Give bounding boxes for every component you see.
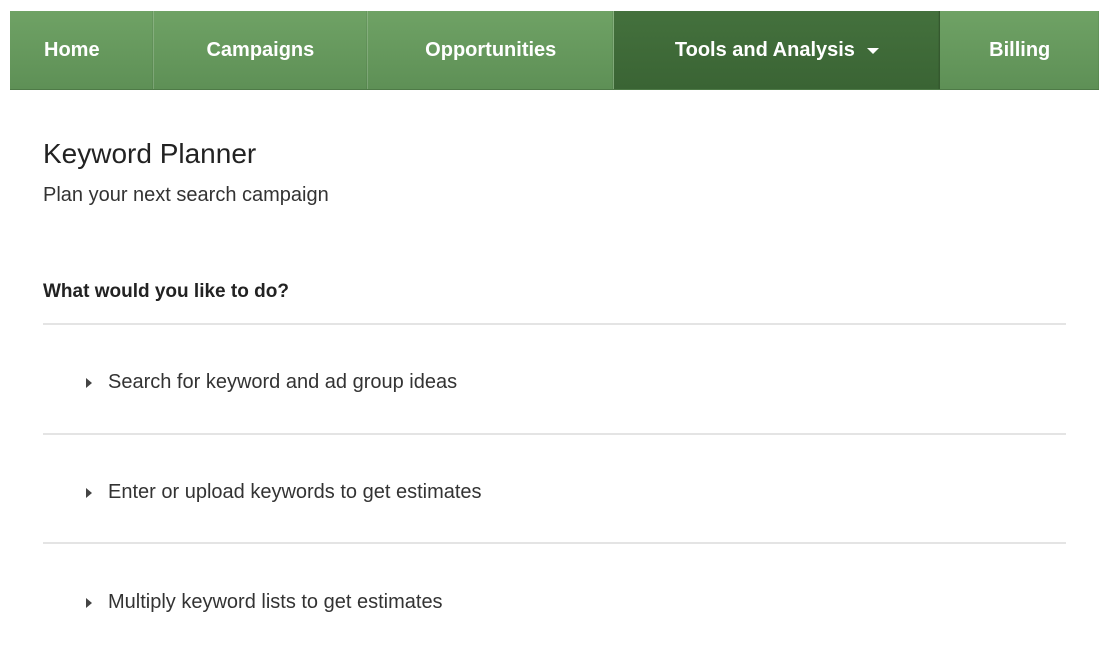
option-enter-upload-keywords[interactable]: Enter or upload keywords to get estimate…	[43, 440, 1066, 545]
option-multiply-keyword-lists[interactable]: Multiply keyword lists to get estimates	[43, 550, 1066, 648]
tab-billing-label: Billing	[989, 38, 1051, 61]
chevron-down-icon	[866, 48, 879, 54]
option-label: Multiply keyword lists to get estimates	[108, 591, 443, 613]
page: Home Campaigns Opportunities Tools and A…	[0, 0, 1099, 648]
top-nav-bar: Home Campaigns Opportunities Tools and A…	[10, 11, 1099, 90]
divider	[43, 323, 1066, 325]
option-label: Enter or upload keywords to get estimate…	[108, 481, 482, 503]
triangle-right-icon	[86, 487, 92, 498]
triangle-right-icon	[86, 597, 92, 608]
tab-opportunities-label: Opportunities	[425, 38, 557, 61]
triangle-right-icon	[86, 377, 92, 388]
divider	[43, 433, 1066, 435]
section-question: What would you like to do?	[43, 281, 289, 302]
tab-campaigns-label: Campaigns	[206, 38, 315, 61]
divider	[43, 542, 1066, 544]
tab-opportunities[interactable]: Opportunities	[368, 11, 615, 89]
tab-tools-and-analysis[interactable]: Tools and Analysis	[614, 11, 941, 89]
tab-campaigns[interactable]: Campaigns	[154, 11, 369, 89]
option-search-keyword-ideas[interactable]: Search for keyword and ad group ideas	[43, 330, 1066, 435]
option-label: Search for keyword and ad group ideas	[108, 371, 458, 393]
tab-home-label: Home	[44, 38, 100, 61]
tab-billing[interactable]: Billing	[940, 11, 1099, 89]
tab-tools-and-analysis-label: Tools and Analysis	[674, 38, 855, 61]
tab-home[interactable]: Home	[10, 11, 154, 89]
page-title: Keyword Planner	[43, 138, 257, 169]
page-subtitle: Plan your next search campaign	[43, 184, 329, 206]
